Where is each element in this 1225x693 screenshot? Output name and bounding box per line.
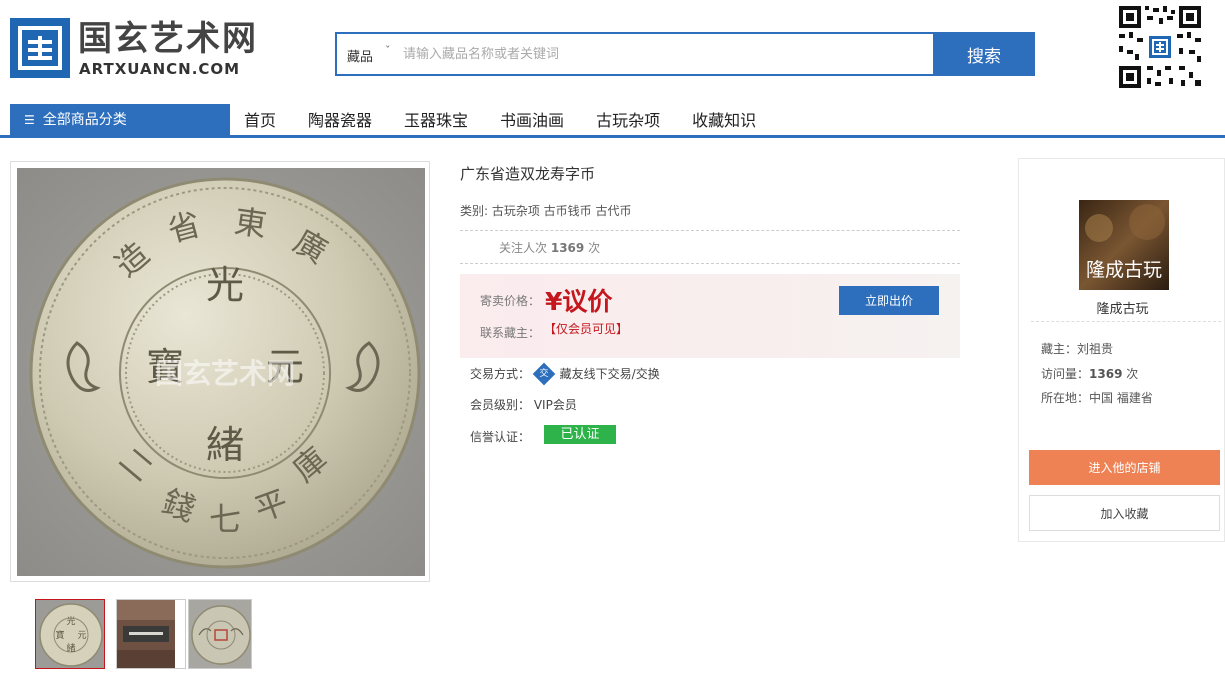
owner-value: 刘祖贵 <box>1077 342 1114 356</box>
seller-avatar-text: 隆成古玩 <box>1086 259 1162 281</box>
nav-underline <box>0 135 1225 138</box>
product-category[interactable]: 类别: 古玩杂项 古币钱币 古代币 <box>460 202 632 219</box>
bid-button[interactable]: 立即出价 <box>839 286 939 315</box>
svg-text:光: 光 <box>206 263 244 307</box>
location-label: 所在地： <box>1041 391 1090 405</box>
thumbnail-1[interactable]: 光元 寶緒 <box>35 599 105 669</box>
svg-text:光: 光 <box>66 615 75 627</box>
svg-text:七: 七 <box>209 500 241 538</box>
contact-label: 联系藏主： <box>480 326 541 340</box>
seller-card: 隆成古玩 隆成古玩 藏主：刘祖贵 访问量：1369 次 所在地：中国 福建省 进… <box>1018 158 1225 542</box>
member-value: VIP会员 <box>533 398 577 412</box>
follow-label: 关注人次 <box>499 241 548 255</box>
watermark-text: 国玄艺术网 <box>155 357 295 390</box>
enter-shop-button[interactable]: 进入他的店铺 <box>1029 450 1220 485</box>
owner-label: 藏主： <box>1041 342 1078 356</box>
seller-owner-row: 藏主：刘祖贵 <box>1041 340 1113 357</box>
product-title: 广东省造双龙寿字币 <box>460 165 596 183</box>
all-categories-label: 全部商品分类 <box>42 112 127 128</box>
location-value: 中国 福建省 <box>1089 391 1153 405</box>
seller-location-row: 所在地：中国 福建省 <box>1041 389 1153 406</box>
member-level-row: 会员级别： VIP会员 <box>470 396 577 413</box>
search-category-select[interactable]: 藏品 <box>347 46 373 65</box>
verified-badge: 已认证 <box>544 425 616 444</box>
follow-unit: 次 <box>588 241 601 255</box>
add-favorite-button[interactable]: 加入收藏 <box>1029 495 1220 531</box>
thumbnail-2[interactable] <box>116 599 186 669</box>
main-image-frame: 光 元 寶 緒 造 省 東 廣 二 錢 七 平 庫 国玄艺术网 <box>10 161 430 582</box>
list-icon: ☰ <box>24 113 35 127</box>
svg-text:元: 元 <box>77 631 86 641</box>
nav-item-ceramics[interactable]: 陶器瓷器 <box>308 110 372 132</box>
price-panel: 寄卖价格： ¥议价 联系藏主： 【仅会员可见】 立即出价 <box>460 274 960 358</box>
divider <box>460 230 960 231</box>
nav-item-home[interactable]: 首页 <box>244 110 276 132</box>
visits-value: 1369 <box>1089 367 1123 381</box>
seller-visits-row: 访问量：1369 次 <box>1041 365 1138 382</box>
brand-name-en[interactable]: ARTXUANCN.COM <box>79 60 240 78</box>
nav-item-antiques[interactable]: 古玩杂项 <box>596 110 660 132</box>
svg-text:緒: 緒 <box>66 642 75 654</box>
follow-number: 1369 <box>550 241 585 255</box>
visits-label: 访问量： <box>1041 367 1090 381</box>
seller-avatar[interactable]: 隆成古玩 <box>1079 200 1169 290</box>
nav-item-paintings[interactable]: 书画油画 <box>500 110 564 132</box>
member-label: 会员级别： <box>470 398 531 412</box>
trade-label: 交易方式： <box>470 367 531 381</box>
credit-label: 信誉认证： <box>470 430 531 444</box>
svg-text:東: 東 <box>232 202 269 244</box>
qr-code-icon <box>1117 4 1203 90</box>
trade-value: 藏友线下交易/交换 <box>559 367 660 381</box>
search-button[interactable]: 搜索 <box>933 32 1035 76</box>
divider <box>460 263 960 264</box>
exchange-icon-char: 交 <box>539 368 549 379</box>
trade-method-row: 交易方式： 交 藏友线下交易/交换 <box>470 362 660 385</box>
nav-item-knowledge[interactable]: 收藏知识 <box>692 110 756 132</box>
thumbnail-3[interactable] <box>188 599 252 669</box>
follow-count: 关注人次 1369 次 <box>499 239 600 256</box>
nav-item-jade[interactable]: 玉器珠宝 <box>404 110 468 132</box>
divider <box>1031 321 1221 322</box>
svg-text:緒: 緒 <box>206 423 244 467</box>
logo-icon[interactable] <box>10 18 70 78</box>
all-categories-button[interactable]: ☰ 全部商品分类 <box>10 104 230 136</box>
main-nav: 首页 陶器瓷器 玉器珠宝 书画油画 古玩杂项 收藏知识 <box>244 110 788 132</box>
search-input[interactable] <box>403 34 923 74</box>
chevron-down-icon[interactable]: ˇ <box>385 44 391 57</box>
contact-value: 【仅会员可见】 <box>544 322 629 336</box>
brand-name-cn[interactable]: 国玄艺术网 <box>78 20 258 58</box>
price-label: 寄卖价格： <box>480 294 541 308</box>
price-value: ¥议价 <box>545 287 613 316</box>
search-bar: 藏品 ˇ 搜索 <box>335 32 1035 76</box>
coin-image[interactable]: 光 元 寶 緒 造 省 東 廣 二 錢 七 平 庫 国玄艺术网 <box>17 168 425 576</box>
visits-unit: 次 <box>1126 367 1139 381</box>
seller-name[interactable]: 隆成古玩 <box>1019 298 1225 317</box>
exchange-icon: 交 <box>532 362 556 385</box>
svg-text:寶: 寶 <box>55 629 64 641</box>
